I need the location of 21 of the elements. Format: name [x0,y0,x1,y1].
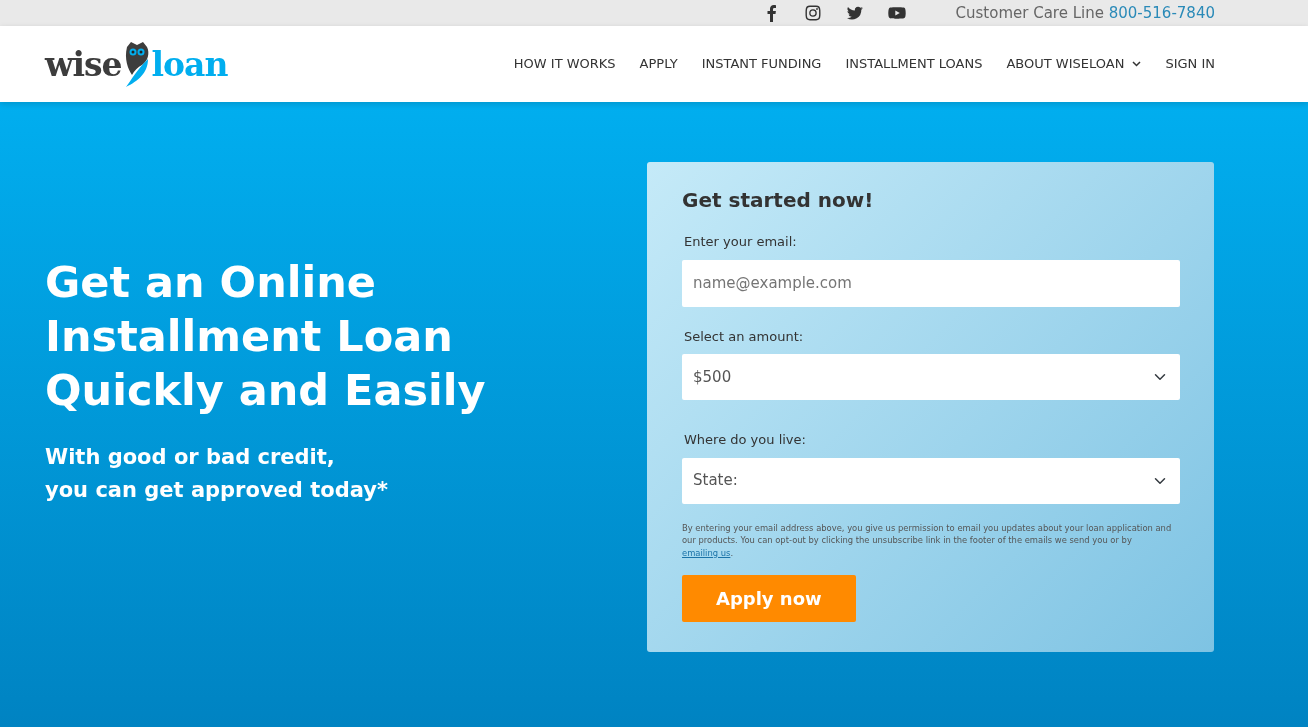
field-label: Where do you live: [684,431,807,449]
field-label: Enter your email: [684,233,798,251]
logo[interactable]: wise loan [45,39,228,89]
nav-link[interactable]: INSTANT FUNDING [701,54,822,74]
select-field[interactable]: $500 [682,354,1180,400]
nav-link[interactable]: SIGN IN [1165,54,1215,74]
nav-link[interactable]: APPLY [639,54,678,74]
nav-link[interactable]: HOW IT WORKS [513,54,616,74]
email-field[interactable]: name@example.com [682,259,1180,307]
twitter-icon[interactable] [845,4,864,22]
youtube-icon[interactable] [887,4,906,22]
care-line-label: Customer Care Line [955,3,1104,22]
nav-link[interactable]: INSTALLMENT LOANS [845,54,983,74]
disclaimer-text: By entering your email address above, you give us permission to email you updates about your loan application and our products. You can opt-out by clicking the unsubscribe link in the footer of the emails we send you or by emailing us. [682,521,1173,559]
field-label: Select an amount: [684,327,805,346]
hero-subheading: With good or bad credit, you can get approved today* [45,444,389,504]
instagram-icon[interactable] [803,4,822,22]
select-field[interactable]: State: [682,457,1180,504]
hero-headline: Get an Online Installment Loan Quickly and Easily [45,256,486,417]
nav-link[interactable]: ABOUT WISELOAN [1006,54,1142,74]
form-title: Get started now! [682,188,875,212]
